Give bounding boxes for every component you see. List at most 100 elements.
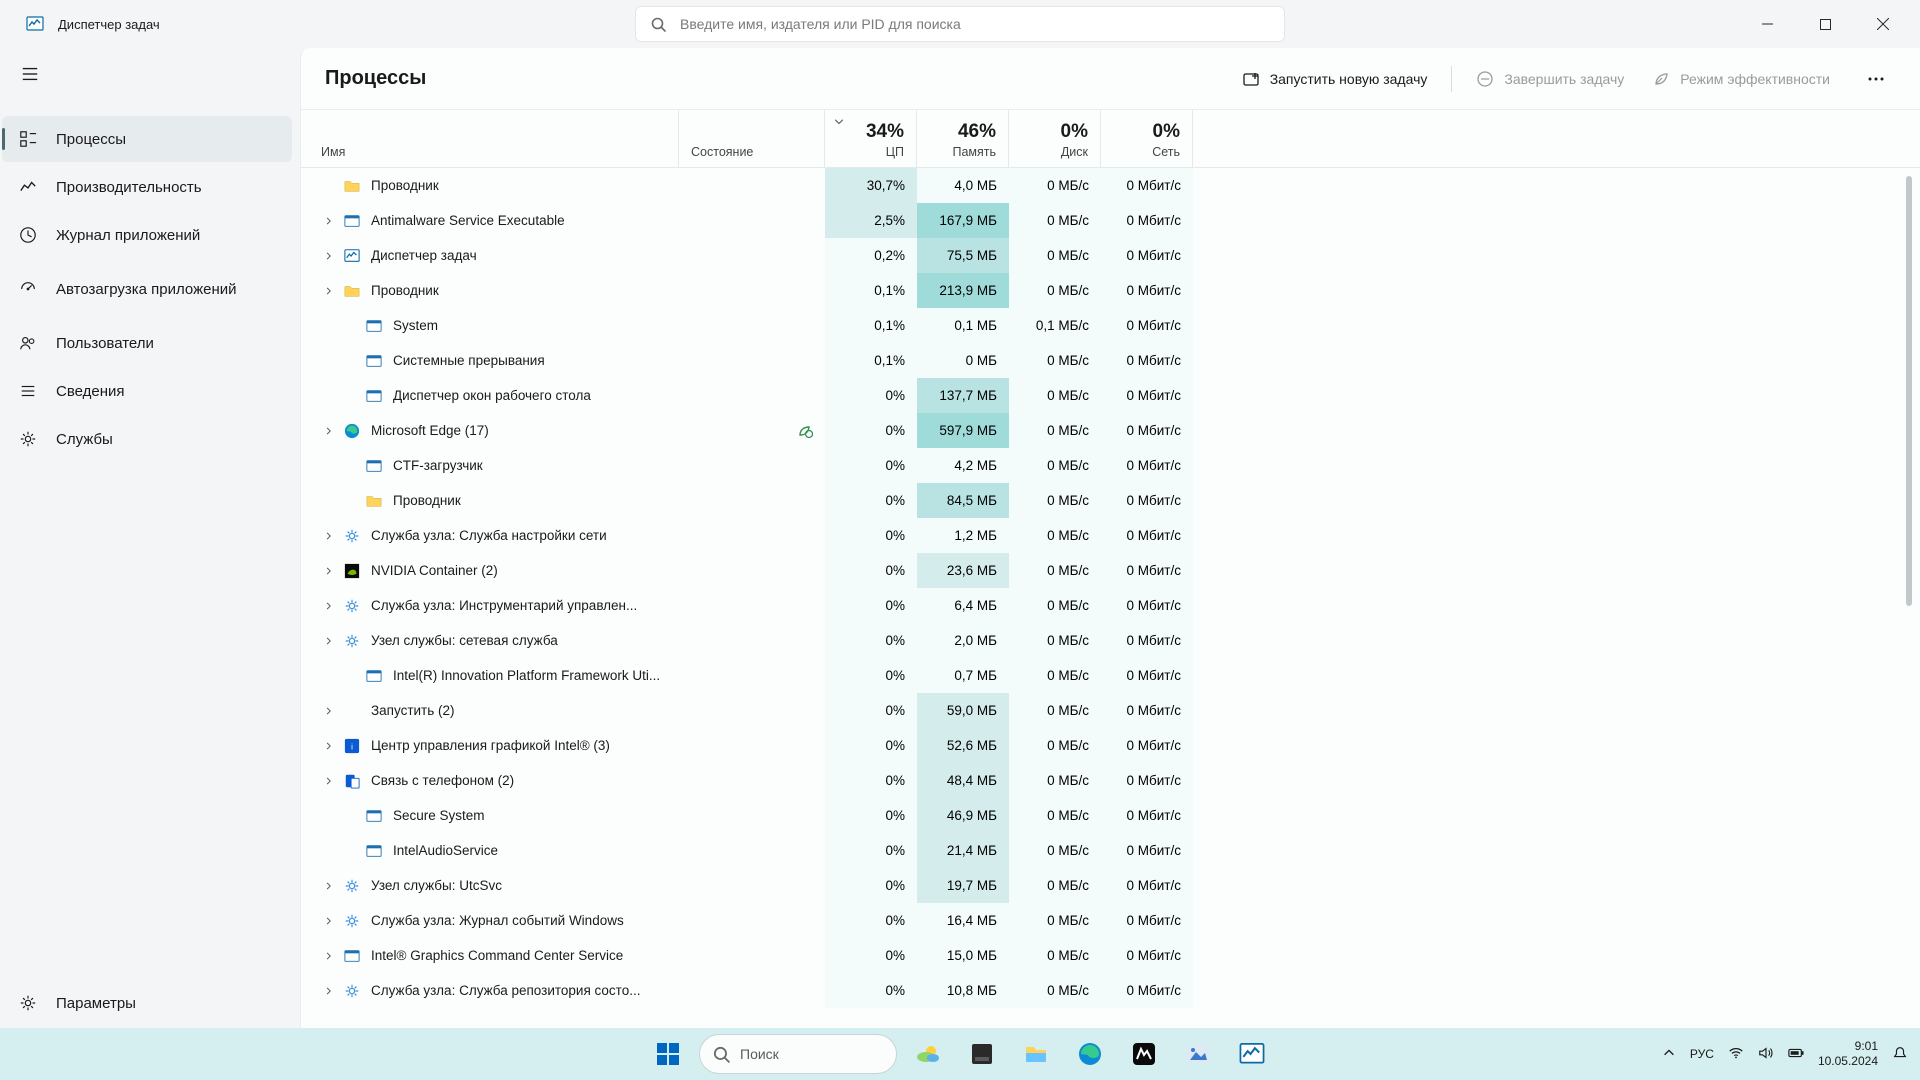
process-name: Центр управления графикой Intel® (3) [371, 738, 610, 753]
overflow-menu[interactable] [1856, 59, 1896, 99]
process-row[interactable]: Служба узла: Инструментарий управлен...0… [301, 588, 1920, 623]
expand-toggle[interactable] [321, 948, 337, 964]
tray-clock[interactable]: 9:01 10.05.2024 [1818, 1039, 1878, 1069]
taskbar-taskview[interactable] [959, 1031, 1005, 1077]
nav-item-label: Производительность [56, 179, 202, 196]
network-value: 0 Мбит/с [1101, 308, 1193, 343]
nav-item-details[interactable]: Сведения [2, 368, 292, 414]
maximize-button[interactable] [1796, 4, 1854, 44]
process-row[interactable]: Диспетчер окон рабочего стола0%137,7 МБ0… [301, 378, 1920, 413]
run-new-task-button[interactable]: Запустить новую задачу [1228, 59, 1442, 99]
nav-item-users[interactable]: Пользователи [2, 320, 292, 366]
expand-toggle[interactable] [321, 878, 337, 894]
tray-battery-icon[interactable] [1788, 1045, 1804, 1064]
col-memory[interactable]: 46% Память [917, 110, 1009, 167]
col-cpu[interactable]: 34% ЦП [825, 110, 917, 167]
process-row[interactable]: Связь с телефоном (2)0%48,4 МБ0 МБ/с0 Мб… [301, 763, 1920, 798]
cpu-value: 0% [825, 483, 917, 518]
disk-value: 0 МБ/с [1009, 378, 1101, 413]
process-table: Имя Состояние 34% ЦП 46% Память 0% Диск … [301, 110, 1920, 1028]
expand-toggle[interactable] [321, 248, 337, 264]
taskbar-edge[interactable] [1067, 1031, 1113, 1077]
process-row[interactable]: Проводник0,1%213,9 МБ0 МБ/с0 Мбит/с [301, 273, 1920, 308]
cpu-value: 0% [825, 553, 917, 588]
minimize-button[interactable] [1738, 4, 1796, 44]
expand-toggle[interactable] [321, 703, 337, 719]
memory-value: 84,5 МБ [917, 483, 1009, 518]
col-network[interactable]: 0% Сеть [1101, 110, 1193, 167]
process-row[interactable]: NVIDIA Container (2)0%23,6 МБ0 МБ/с0 Мби… [301, 553, 1920, 588]
taskbar-widgets[interactable] [905, 1031, 951, 1077]
nav-settings[interactable]: Параметры [2, 980, 292, 1026]
close-button[interactable] [1854, 4, 1912, 44]
taskbar-photos[interactable] [1175, 1031, 1221, 1077]
efficiency-mode-button[interactable]: Режим эффективности [1638, 59, 1844, 99]
expand-toggle[interactable] [321, 913, 337, 929]
process-row[interactable]: System0,1%0,1 МБ0,1 МБ/с0 Мбит/с [301, 308, 1920, 343]
col-name[interactable]: Имя [301, 110, 679, 167]
expand-toggle[interactable] [321, 598, 337, 614]
taskbar-explorer[interactable] [1013, 1031, 1059, 1077]
search-box[interactable] [635, 6, 1285, 42]
expand-toggle[interactable] [321, 633, 337, 649]
nav-item-processes[interactable]: Процессы [2, 116, 292, 162]
tray-volume-icon[interactable] [1758, 1045, 1774, 1064]
expand-toggle[interactable] [321, 213, 337, 229]
process-row[interactable]: Служба узла: Журнал событий Windows0%16,… [301, 903, 1920, 938]
taskbar-tradingview[interactable] [1121, 1031, 1167, 1077]
process-row[interactable]: Центр управления графикой Intel® (3)0%52… [301, 728, 1920, 763]
nav-item-services[interactable]: Службы [2, 416, 292, 462]
expand-toggle[interactable] [321, 563, 337, 579]
expand-toggle[interactable] [321, 773, 337, 789]
process-row[interactable]: Узел службы: UtcSvc0%19,7 МБ0 МБ/с0 Мбит… [301, 868, 1920, 903]
tray-wifi-icon[interactable] [1728, 1045, 1744, 1064]
tray-language[interactable]: РУС [1690, 1047, 1714, 1061]
taskbar-taskmanager[interactable] [1229, 1031, 1275, 1077]
process-row[interactable]: Диспетчер задач0,2%75,5 МБ0 МБ/с0 Мбит/с [301, 238, 1920, 273]
nav-toggle[interactable] [6, 52, 54, 96]
process-row[interactable]: Intel(R) Innovation Platform Framework U… [301, 658, 1920, 693]
col-disk[interactable]: 0% Диск [1009, 110, 1101, 167]
end-task-button[interactable]: Завершить задачу [1462, 59, 1638, 99]
nav-item-history[interactable]: Журнал приложений [2, 212, 292, 258]
memory-value: 10,8 МБ [917, 973, 1009, 1008]
vertical-scrollbar[interactable] [1902, 176, 1916, 960]
memory-value: 48,4 МБ [917, 763, 1009, 798]
expand-toggle[interactable] [321, 423, 337, 439]
start-button[interactable] [645, 1031, 691, 1077]
process-row[interactable]: Проводник0%84,5 МБ0 МБ/с0 Мбит/с [301, 483, 1920, 518]
nav-item-startup[interactable]: Автозагрузка приложений [2, 260, 292, 318]
process-row[interactable]: Служба узла: Служба настройки сети0%1,2 … [301, 518, 1920, 553]
tray-notifications-icon[interactable] [1892, 1045, 1908, 1064]
process-icon [365, 387, 383, 405]
process-row[interactable]: Intel® Graphics Command Center Service0%… [301, 938, 1920, 973]
scrollbar-thumb[interactable] [1906, 176, 1912, 606]
search-input[interactable] [680, 16, 1270, 32]
expand-toggle[interactable] [321, 528, 337, 544]
process-row[interactable]: Проводник30,7%4,0 МБ0 МБ/с0 Мбит/с [301, 168, 1920, 203]
process-row[interactable]: Служба узла: Служба репозитория состо...… [301, 973, 1920, 1008]
process-name: NVIDIA Container (2) [371, 563, 498, 578]
process-row[interactable]: IntelAudioService0%21,4 МБ0 МБ/с0 Мбит/с [301, 833, 1920, 868]
process-name: Системные прерывания [393, 353, 545, 368]
process-row[interactable]: Запустить (2)0%59,0 МБ0 МБ/с0 Мбит/с [301, 693, 1920, 728]
process-name: System [393, 318, 438, 333]
process-row[interactable]: Antimalware Service Executable2,5%167,9 … [301, 203, 1920, 238]
process-row[interactable]: Узел службы: сетевая служба0%2,0 МБ0 МБ/… [301, 623, 1920, 658]
process-row[interactable]: Системные прерывания0,1%0 МБ0 МБ/с0 Мбит… [301, 343, 1920, 378]
process-row[interactable]: CTF-загрузчик0%4,2 МБ0 МБ/с0 Мбит/с [301, 448, 1920, 483]
process-name: Intel® Graphics Command Center Service [371, 948, 623, 963]
disk-value: 0 МБ/с [1009, 588, 1101, 623]
tray-overflow[interactable] [1662, 1046, 1676, 1063]
expand-toggle[interactable] [321, 283, 337, 299]
efficiency-badge [679, 903, 825, 938]
taskbar-search[interactable]: Поиск [699, 1034, 897, 1074]
process-icon [343, 562, 361, 580]
process-name: Intel(R) Innovation Platform Framework U… [393, 668, 660, 683]
process-row[interactable]: Microsoft Edge (17)0%597,9 МБ0 МБ/с0 Мби… [301, 413, 1920, 448]
expand-toggle[interactable] [321, 738, 337, 754]
expand-toggle[interactable] [321, 983, 337, 999]
nav-item-performance[interactable]: Производительность [2, 164, 292, 210]
col-status[interactable]: Состояние [679, 110, 825, 167]
process-row[interactable]: Secure System0%46,9 МБ0 МБ/с0 Мбит/с [301, 798, 1920, 833]
